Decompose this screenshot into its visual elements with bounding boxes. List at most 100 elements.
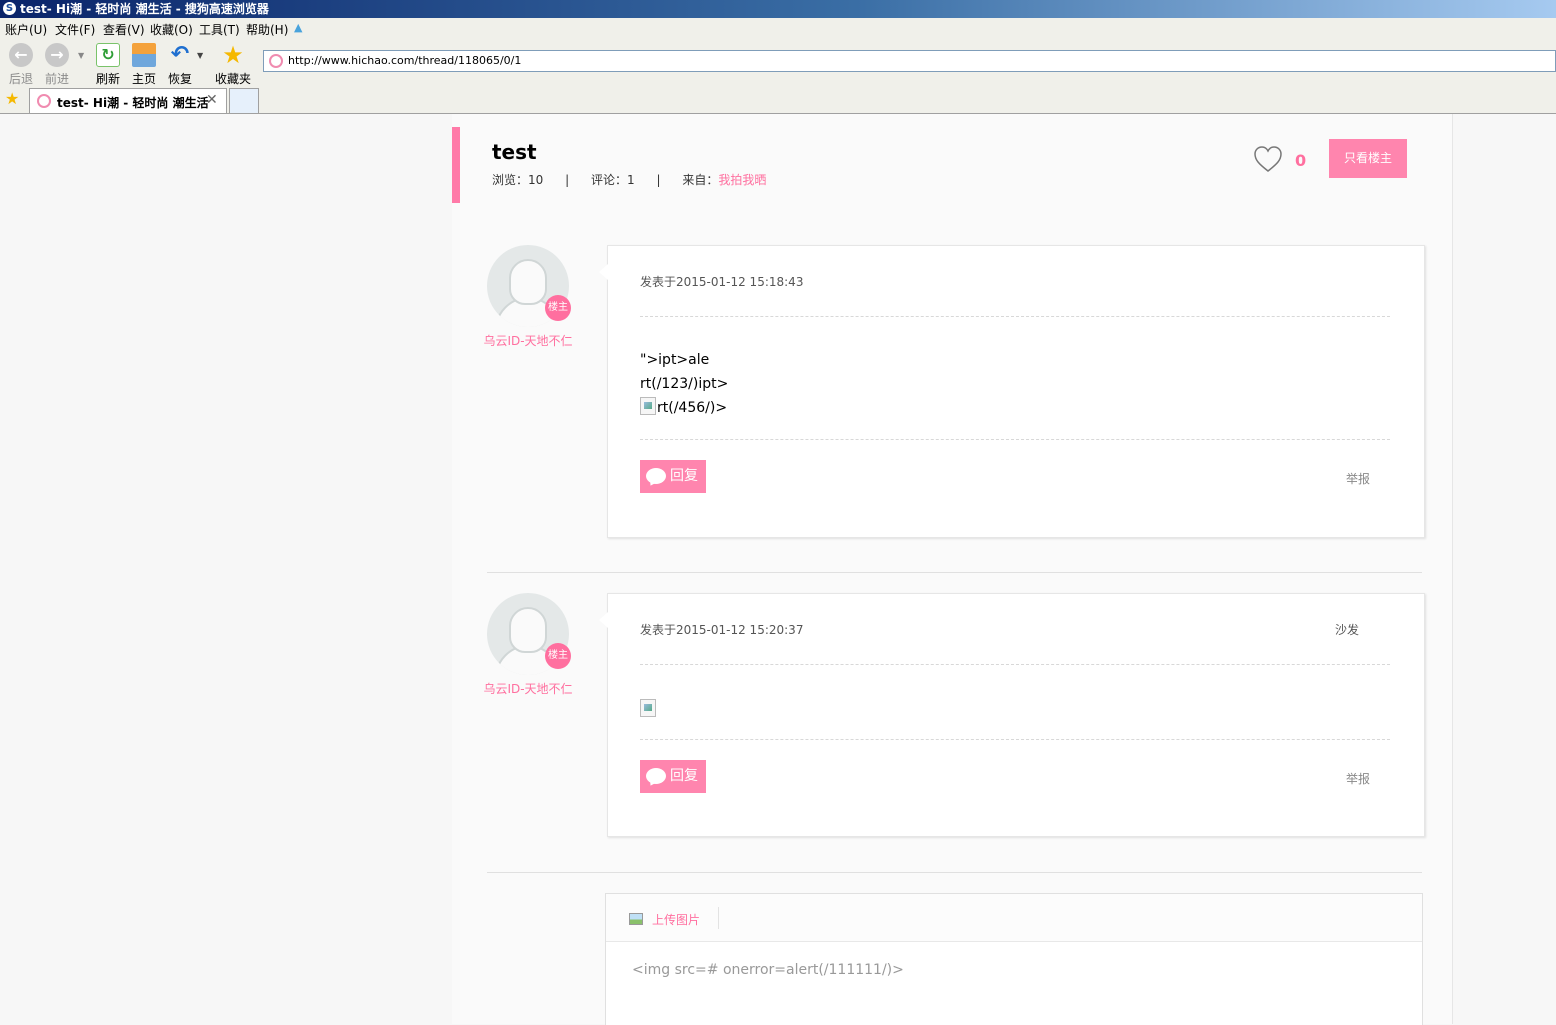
restore-dropdown-icon[interactable]: ▼	[197, 51, 203, 60]
broken-image-icon	[640, 397, 656, 415]
report-link[interactable]: 举报	[1346, 770, 1370, 787]
address-url[interactable]: http://www.hichao.com/thread/118065/0/1	[288, 54, 521, 67]
refresh-label: 刷新	[95, 72, 120, 86]
views-count: 浏览：10	[492, 173, 544, 187]
reply-label: 回复	[670, 768, 698, 784]
back-button[interactable]: ← 后退	[6, 43, 36, 87]
back-label: 后退	[8, 72, 33, 86]
card-pointer	[599, 264, 608, 280]
speech-bubble-icon	[646, 768, 666, 784]
window-title: test- Hi潮 - 轻时尚 潮生活 - 搜狗高速浏览器	[20, 2, 269, 16]
thread-title: test	[492, 140, 537, 164]
floor-label: 沙发	[1335, 623, 1360, 637]
sogou-browser-icon: S	[3, 2, 16, 15]
post-image	[640, 699, 657, 717]
address-bar[interactable]: http://www.hichao.com/thread/118065/0/1	[263, 50, 1556, 72]
broken-image-icon	[640, 699, 656, 717]
title-accent-bar	[452, 127, 460, 203]
reply-editor: 上传图片 <img src=# onerror=alert(/111111/)>	[605, 893, 1423, 1025]
image-icon[interactable]	[629, 913, 643, 925]
refresh-button[interactable]: ↻ 刷新	[93, 43, 123, 87]
forward-button[interactable]: → 前进	[42, 43, 72, 87]
dashed-divider	[640, 316, 1390, 317]
restore-button[interactable]: ↶ 恢复	[165, 43, 195, 87]
only-owner-button[interactable]: 只看楼主	[1329, 139, 1407, 178]
favorites-label: 收藏夹	[214, 72, 251, 86]
source-link[interactable]: 我拍我晒	[718, 173, 766, 187]
reply-button[interactable]: 回复	[640, 460, 706, 493]
reply-label: 回复	[670, 468, 698, 484]
dashed-divider	[640, 439, 1390, 440]
menu-favorites[interactable]: 收藏(O)	[150, 21, 193, 38]
post-body: ">ipt>ale rt(/123/)ipt> rt(/456/)>	[640, 348, 728, 420]
tab-bar: ★ test- Hi潮 - 轻时尚 潮生活 ✕	[0, 87, 1556, 114]
meta-separator: |	[656, 173, 661, 187]
meta-separator: |	[565, 173, 570, 187]
post-line: rt(/123/)ipt>	[640, 376, 729, 392]
dashed-divider	[640, 739, 1390, 740]
arrow-left-icon: ←	[9, 43, 33, 67]
reply-button[interactable]: 回复	[640, 760, 706, 793]
browser-toolbar: ← 后退 → 前进 ▼ ↻ 刷新 主页 ↶ 恢复 ▼ ★ 收藏夹 http://…	[0, 39, 1556, 87]
favorites-star-icon[interactable]: ★	[5, 90, 19, 108]
post-time: 发表于2015-01-12 15:18:43	[640, 275, 804, 289]
new-tab-button[interactable]	[229, 88, 259, 113]
window-titlebar: S test- Hi潮 - 轻时尚 潮生活 - 搜狗高速浏览器	[0, 0, 1556, 18]
post-username[interactable]: 乌云ID-天地不仁	[478, 329, 578, 353]
username-text: 乌云ID-天地不仁	[483, 334, 573, 348]
forward-dropdown-icon[interactable]: ▼	[78, 51, 84, 60]
menu-help[interactable]: 帮助(H)	[246, 21, 288, 38]
tab-hichao[interactable]: test- Hi潮 - 轻时尚 潮生活 ✕	[29, 88, 227, 113]
owner-badge: 楼主	[545, 295, 571, 321]
tab-title: test- Hi潮 - 轻时尚 潮生活	[57, 96, 209, 110]
likes-count: 0	[1295, 151, 1307, 170]
menu-bar: 账户(U) 文件(F) 查看(V) 收藏(O) 工具(T) 帮助(H) ▲	[0, 18, 1556, 39]
home-button[interactable]: 主页	[129, 43, 159, 87]
web-page: test 浏览：10 | 评论：1 | 来自：我拍我晒 0 只看楼主 楼主 乌云…	[0, 114, 1556, 1025]
close-tab-icon[interactable]: ✕	[206, 92, 218, 108]
heart-icon[interactable]	[1253, 145, 1283, 173]
username-text: 乌云ID-天地不仁	[483, 682, 573, 696]
undo-icon: ↶	[170, 42, 190, 67]
arrow-right-icon: →	[45, 43, 69, 67]
speech-bubble-icon	[646, 468, 666, 484]
post-divider	[487, 572, 1422, 573]
thread-meta: 浏览：10 | 评论：1 | 来自：我拍我晒	[492, 171, 766, 188]
post-line: ">ipt>ale	[640, 352, 710, 368]
post-card: 发表于2015-01-12 15:20:37 沙发 回复 举报	[599, 593, 1425, 837]
site-favicon-icon	[269, 54, 283, 68]
refresh-icon: ↻	[96, 43, 120, 67]
upload-image-button[interactable]: 上传图片	[652, 911, 700, 928]
menu-tools[interactable]: 工具(T)	[199, 21, 240, 38]
right-margin	[1452, 114, 1556, 1024]
report-link[interactable]: 举报	[1346, 470, 1370, 487]
post-line-with-image: rt(/456/)>	[640, 396, 728, 420]
toolbar-separator	[718, 907, 719, 929]
post-line: rt(/456/)>	[657, 400, 728, 416]
comments-count: 评论：1	[590, 173, 635, 187]
favorites-button[interactable]: ★ 收藏夹	[213, 43, 253, 87]
post-card: 发表于2015-01-12 15:18:43 ">ipt>ale rt(/123…	[599, 245, 1425, 538]
menu-file[interactable]: 文件(F)	[55, 21, 95, 38]
reply-textarea[interactable]: <img src=# onerror=alert(/111111/)>	[632, 962, 904, 978]
home-label: 主页	[131, 72, 156, 86]
avatar-head	[509, 607, 547, 653]
star-icon: ★	[222, 41, 244, 69]
dashed-divider	[640, 664, 1390, 665]
thread-content: test 浏览：10 | 评论：1 | 来自：我拍我晒 0 只看楼主 楼主 乌云…	[452, 114, 1452, 1025]
skin-shirt-icon[interactable]: ▲	[294, 22, 307, 34]
post-username[interactable]: 乌云ID-天地不仁	[478, 677, 578, 701]
editor-toolbar: 上传图片	[606, 894, 1422, 942]
post-time: 发表于2015-01-12 15:20:37	[640, 623, 804, 637]
menu-view[interactable]: 查看(V)	[103, 21, 145, 38]
menu-account[interactable]: 账户(U)	[5, 21, 47, 38]
source-prefix: 来自：	[682, 173, 719, 187]
post-divider	[487, 872, 1422, 873]
card-pointer	[599, 612, 608, 628]
home-icon	[132, 43, 156, 67]
forward-label: 前进	[44, 72, 69, 86]
owner-badge: 楼主	[545, 643, 571, 669]
tab-favicon-icon	[37, 94, 51, 108]
avatar-head	[509, 259, 547, 305]
restore-label: 恢复	[167, 72, 192, 86]
